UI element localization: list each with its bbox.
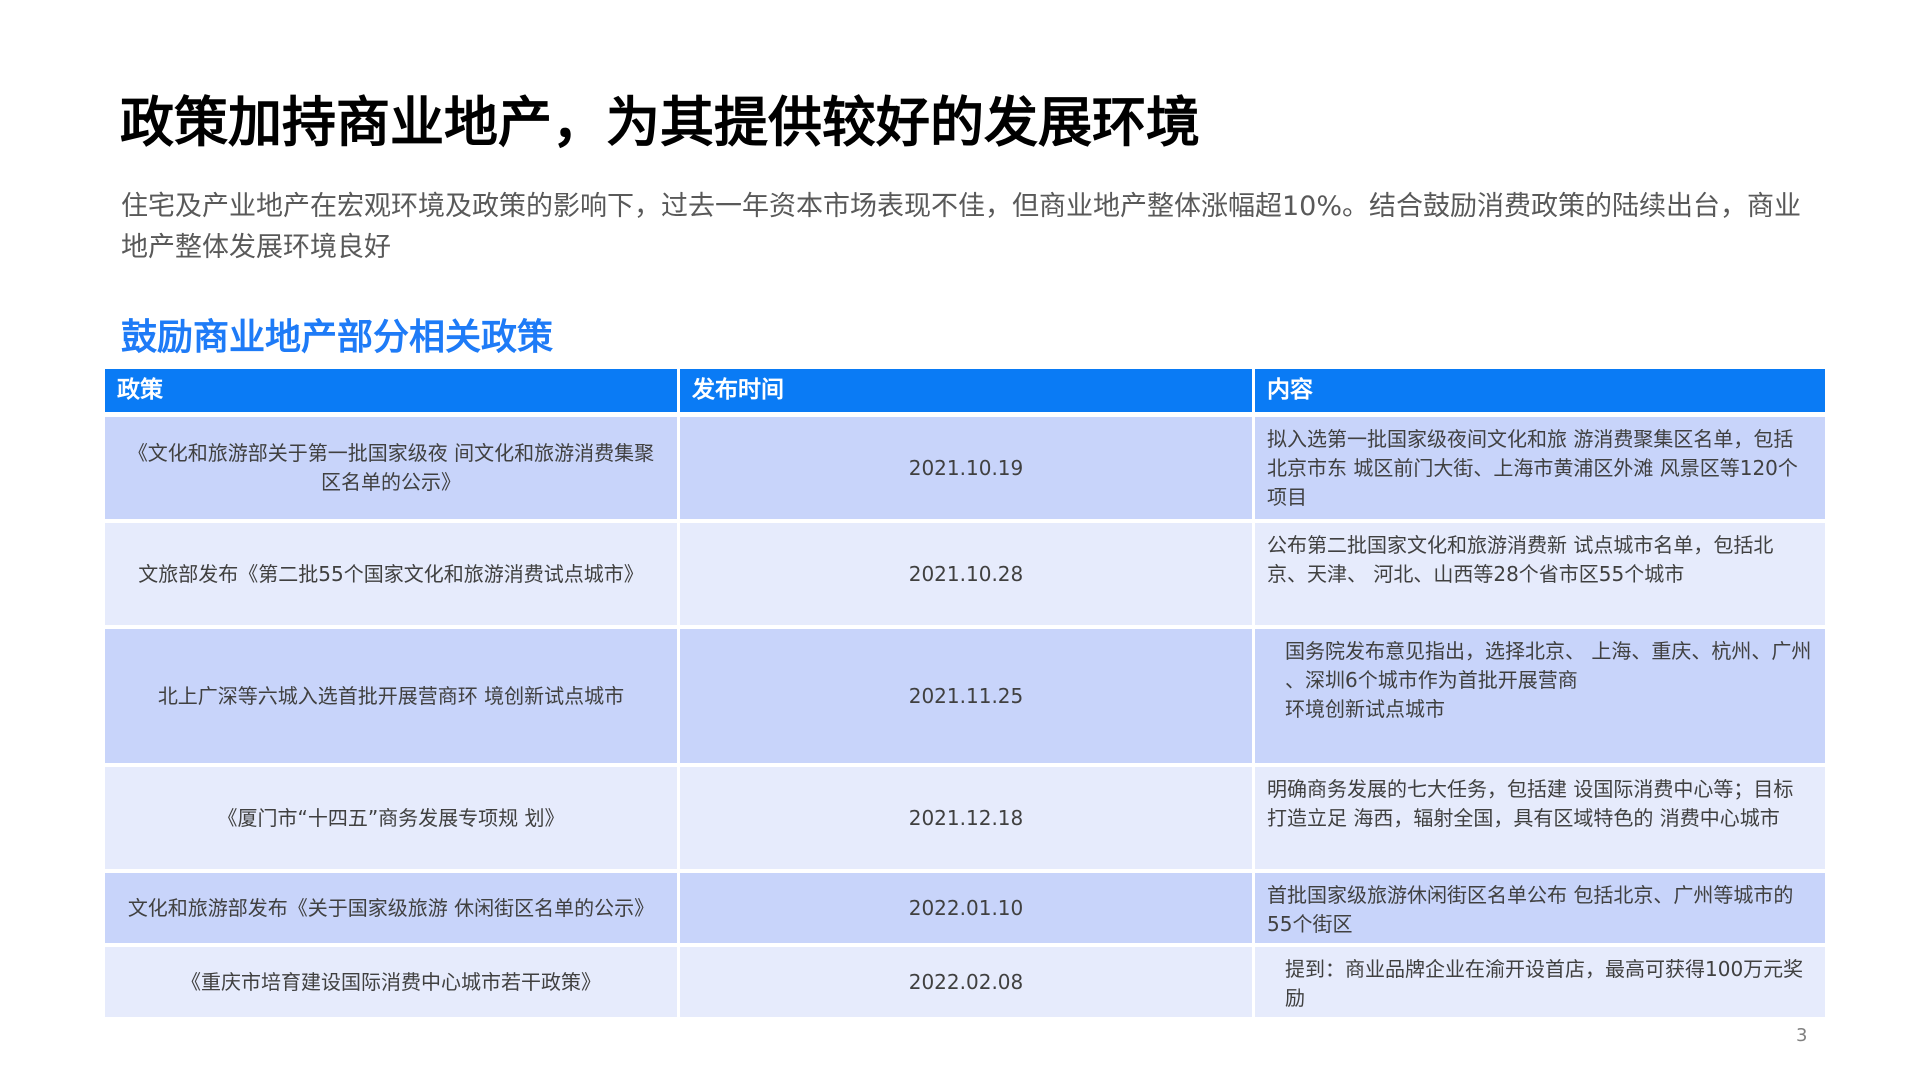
date-cell: 2021.10.28 <box>680 523 1252 625</box>
policy-cell: 《厦门市“十四五”商务发展专项规 划》 <box>105 767 677 869</box>
table-row: 文旅部发布《第二批55个国家文化和旅游消费试点城市》 2021.10.28 公布… <box>105 523 1825 625</box>
content-cell: 明确商务发展的七大任务，包括建 设国际消费中心等；目标打造立足 海西，辐射全国，… <box>1255 767 1825 869</box>
table-row: 《厦门市“十四五”商务发展专项规 划》 2021.12.18 明确商务发展的七大… <box>105 767 1825 869</box>
policy-cell: 《重庆市培育建设国际消费中心城市若干政策》 <box>105 947 677 1017</box>
header-content: 内容 <box>1255 369 1825 412</box>
date-cell: 2021.11.25 <box>680 629 1252 763</box>
content-cell: 首批国家级旅游休闲街区名单公布 包括北京、广州等城市的55个街区 <box>1255 873 1825 943</box>
page-subtitle: 住宅及产业地产在宏观环境及政策的影响下，过去一年资本市场表现不佳，但商业地产整体… <box>121 191 1802 263</box>
content-line: 环境创新试点城市 <box>1285 697 1445 721</box>
content-cell: 拟入选第一批国家级夜间文化和旅 游消费聚集区名单，包括北京市东 城区前门大街、上… <box>1255 417 1825 519</box>
policy-cell: 文化和旅游部发布《关于国家级旅游 休闲街区名单的公示》 <box>105 873 677 943</box>
header-date: 发布时间 <box>680 369 1252 412</box>
content-line: 、深圳6个城市作为首批开展营商 <box>1285 668 1578 692</box>
policy-cell: 《文化和旅游部关于第一批国家级夜 间文化和旅游消费集聚区名单的公示》 <box>105 417 677 519</box>
content-cell: 公布第二批国家文化和旅游消费新 试点城市名单，包括北京、天津、 河北、山西等28… <box>1255 523 1825 625</box>
content-cell: 提到：商业品牌企业在渝开设首店，最高可获得100万元奖励 <box>1255 947 1825 1017</box>
date-cell: 2021.12.18 <box>680 767 1252 869</box>
policy-table: 政策 发布时间 内容 《文化和旅游部关于第一批国家级夜 间文化和旅游消费集聚区名… <box>105 369 1825 1021</box>
content-cell: 国务院发布意见指出，选择北京、 上海、重庆、杭州、广州 、深圳6个城市作为首批开… <box>1255 629 1825 763</box>
section-title: 鼓励商业地产部分相关政策 <box>121 317 554 358</box>
table-header-row: 政策 发布时间 内容 <box>105 369 1825 412</box>
content-line: 国务院发布意见指出，选择北京、 上海、重庆、杭州、广州 <box>1285 639 1812 663</box>
date-cell: 2021.10.19 <box>680 417 1252 519</box>
date-cell: 2022.01.10 <box>680 873 1252 943</box>
table-row: 文化和旅游部发布《关于国家级旅游 休闲街区名单的公示》 2022.01.10 首… <box>105 873 1825 943</box>
page-number: 3 <box>1796 1025 1808 1046</box>
page-title: 政策加持商业地产，为其提供较好的发展环境 <box>120 91 1200 154</box>
table-row: 北上广深等六城入选首批开展营商环 境创新试点城市 2021.11.25 国务院发… <box>105 629 1825 763</box>
slide: 政策加持商业地产，为其提供较好的发展环境 住宅及产业地产在宏观环境及政策的影响下… <box>0 0 1920 1080</box>
policy-cell: 北上广深等六城入选首批开展营商环 境创新试点城市 <box>105 629 677 763</box>
policy-cell: 文旅部发布《第二批55个国家文化和旅游消费试点城市》 <box>105 523 677 625</box>
header-policy: 政策 <box>105 369 677 412</box>
date-cell: 2022.02.08 <box>680 947 1252 1017</box>
table-row: 《重庆市培育建设国际消费中心城市若干政策》 2022.02.08 提到：商业品牌… <box>105 947 1825 1017</box>
table-row: 《文化和旅游部关于第一批国家级夜 间文化和旅游消费集聚区名单的公示》 2021.… <box>105 417 1825 519</box>
